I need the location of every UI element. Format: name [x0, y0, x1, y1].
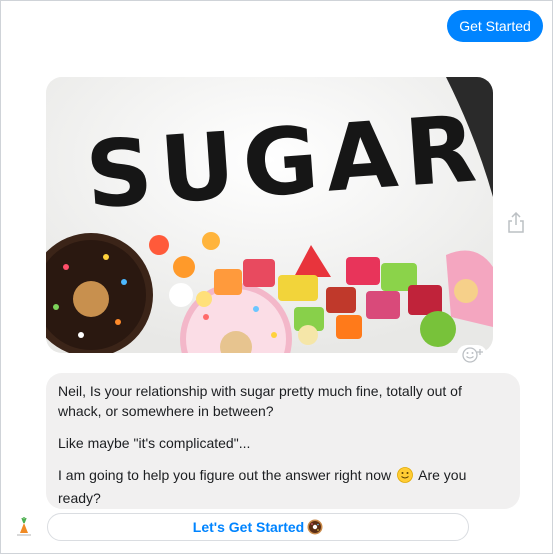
message-paragraph-3-start: I am going to help you figure out the an…: [58, 467, 392, 483]
get-started-button[interactable]: Get Started: [447, 10, 543, 42]
message-bubble: Neil, Is your relationship with sugar pr…: [46, 373, 520, 509]
carrot-logo-icon: [14, 515, 34, 537]
quick-reply-label: Let's Get Started: [192, 519, 305, 535]
lets-get-started-quick-reply[interactable]: Let's Get Started: [47, 513, 469, 541]
message-paragraph-3: I am going to help you figure out the an…: [58, 465, 508, 508]
share-icon[interactable]: [506, 211, 526, 234]
message-paragraph-1: Neil, Is your relationship with sugar pr…: [58, 383, 462, 419]
donut-icon: [307, 517, 323, 543]
sugar-image: SUGAR: [46, 77, 493, 353]
slightly-smiling-face-icon: [397, 467, 413, 488]
emoji-reaction-icon[interactable]: [457, 345, 487, 365]
message-paragraph-2: Like maybe "it's complicated"...: [58, 435, 251, 451]
